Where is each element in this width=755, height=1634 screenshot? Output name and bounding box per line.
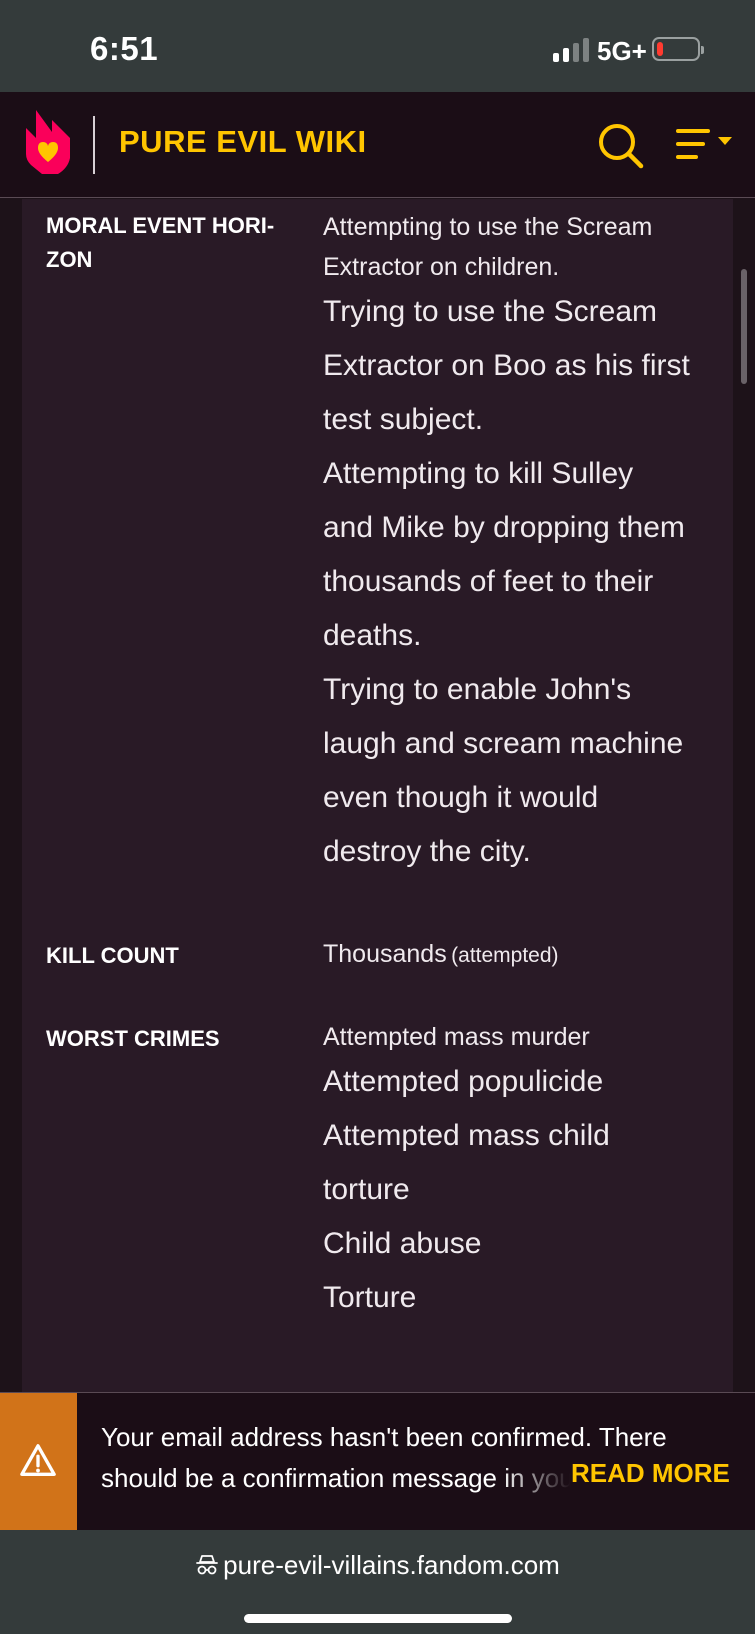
wiki-title[interactable]: PURE EVIL WIKI (119, 124, 367, 160)
value-line[interactable]: Trying to enable John's (323, 663, 713, 717)
value-line: test subject. (323, 403, 484, 436)
infobox-value-moral-event-horizon: Attempting to use the Scream Extractor o… (323, 207, 713, 879)
browser-address-bar[interactable]: pure-evil-villains.fandom.com (0, 1530, 755, 1634)
email-confirmation-banner: Your email address hasn't been confirmed… (0, 1392, 755, 1531)
value-line: even though it would (323, 781, 599, 814)
label-line: ZON (46, 247, 93, 272)
value-line[interactable]: Child abuse (323, 1217, 713, 1271)
header-divider (93, 116, 95, 174)
value-line: laugh and scream machine (323, 727, 684, 760)
search-icon[interactable] (597, 122, 645, 170)
banner-line: should be a confirmation message in your… (101, 1463, 571, 1493)
value-line: Attempted mass child (323, 1119, 610, 1152)
infobox: MORAL EVENT HORI- ZON Attempting to use … (22, 199, 733, 1392)
value-line[interactable]: Attempted populicide (323, 1055, 713, 1109)
infobox-value-worst-crimes: Attempted mass murder Attempted populici… (323, 1017, 713, 1325)
status-time: 6:51 (90, 30, 159, 67)
url-text[interactable]: pure-evil-villains.fandom.com (223, 1550, 560, 1580)
network-type: 5G+ (597, 36, 647, 66)
article-content[interactable]: MORAL EVENT HORI- ZON Attempting to use … (0, 199, 755, 1392)
site-header: PURE EVIL WIKI (0, 92, 755, 198)
fandom-heart-flame-icon[interactable] (22, 108, 72, 174)
value-line[interactable]: and Mike by dropping them (323, 501, 713, 555)
infobox-value-kill-count: Thousands (attempted) (323, 934, 713, 974)
value-line[interactable]: destroy the city. (323, 825, 713, 879)
value-line: Attempting to use the Scream (323, 213, 653, 241)
value-note: (attempted) (451, 944, 559, 967)
value-main: Thousands (323, 940, 447, 968)
value-line: Extractor on children. (323, 253, 560, 281)
home-indicator[interactable] (244, 1614, 512, 1623)
status-bar: 6:51 5G+ (0, 0, 755, 92)
address-field[interactable]: pure-evil-villains.fandom.com (0, 1550, 755, 1581)
signal-strength-icon (553, 38, 593, 62)
menu-icon[interactable] (676, 127, 738, 163)
infobox-label-kill-count: KILL COUNT (46, 943, 179, 968)
battery-level (657, 42, 663, 56)
scrollbar[interactable] (741, 269, 747, 384)
value-line: torture (323, 1173, 410, 1206)
read-more-link[interactable]: READ MORE (571, 1458, 730, 1489)
banner-warning-area (0, 1393, 77, 1531)
label-line: MORAL EVENT HORI- (46, 213, 275, 238)
value-line: deaths. (323, 619, 422, 652)
infobox-label-worst-crimes: WORST CRIMES (46, 1026, 220, 1051)
value-line[interactable]: Extractor on Boo as his first (323, 339, 713, 393)
warning-icon (20, 1444, 56, 1476)
battery-icon (652, 37, 704, 61)
infobox-label-moral-event-horizon: MORAL EVENT HORI- ZON (46, 209, 274, 277)
value-line[interactable]: Torture (323, 1271, 713, 1325)
incognito-icon (196, 1555, 219, 1575)
value-line[interactable]: Attempting to kill Sulley (323, 447, 713, 501)
value-line: Attempted mass murder (323, 1023, 590, 1051)
value-line: Trying to use the Scream (323, 295, 658, 328)
value-line: thousands of feet to their (323, 565, 654, 598)
banner-line: Your email address hasn't been confirmed… (101, 1422, 667, 1452)
